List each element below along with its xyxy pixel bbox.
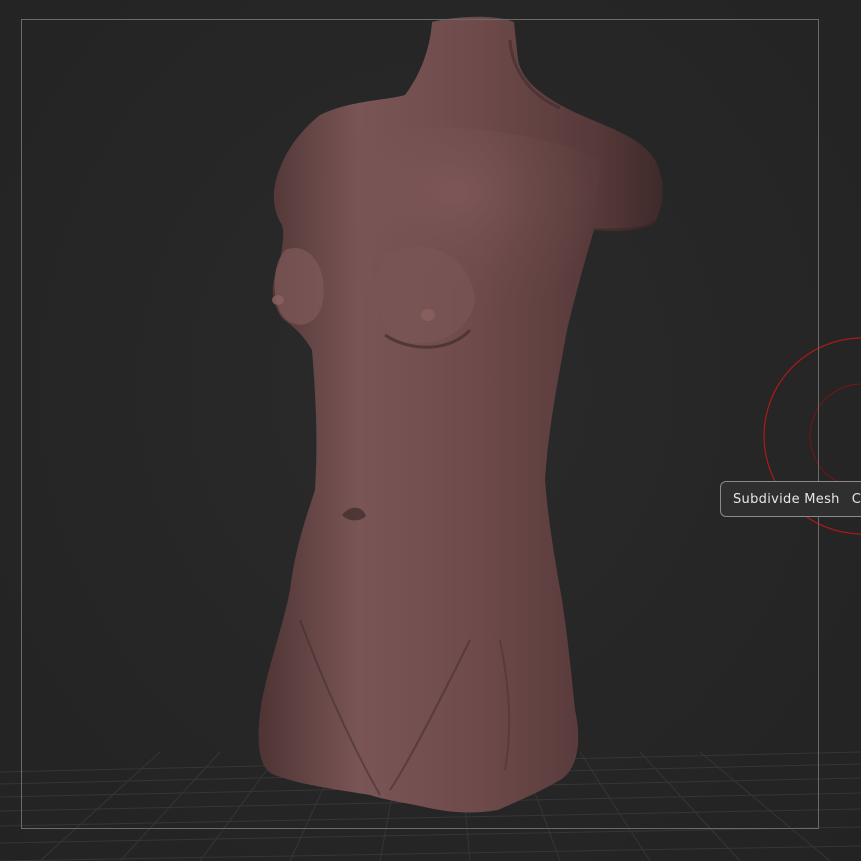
torso-model[interactable] — [258, 16, 663, 813]
subdivide-mesh-label: Subdivide Mesh — [733, 491, 840, 507]
viewport-scene — [0, 16, 861, 861]
subdivide-mesh-menu-item[interactable]: Subdivide Mesh C — [720, 481, 861, 517]
next-menu-item-label[interactable]: C — [852, 492, 861, 507]
sculpt-viewport[interactable]: Subdivide Mesh C — [0, 0, 861, 861]
